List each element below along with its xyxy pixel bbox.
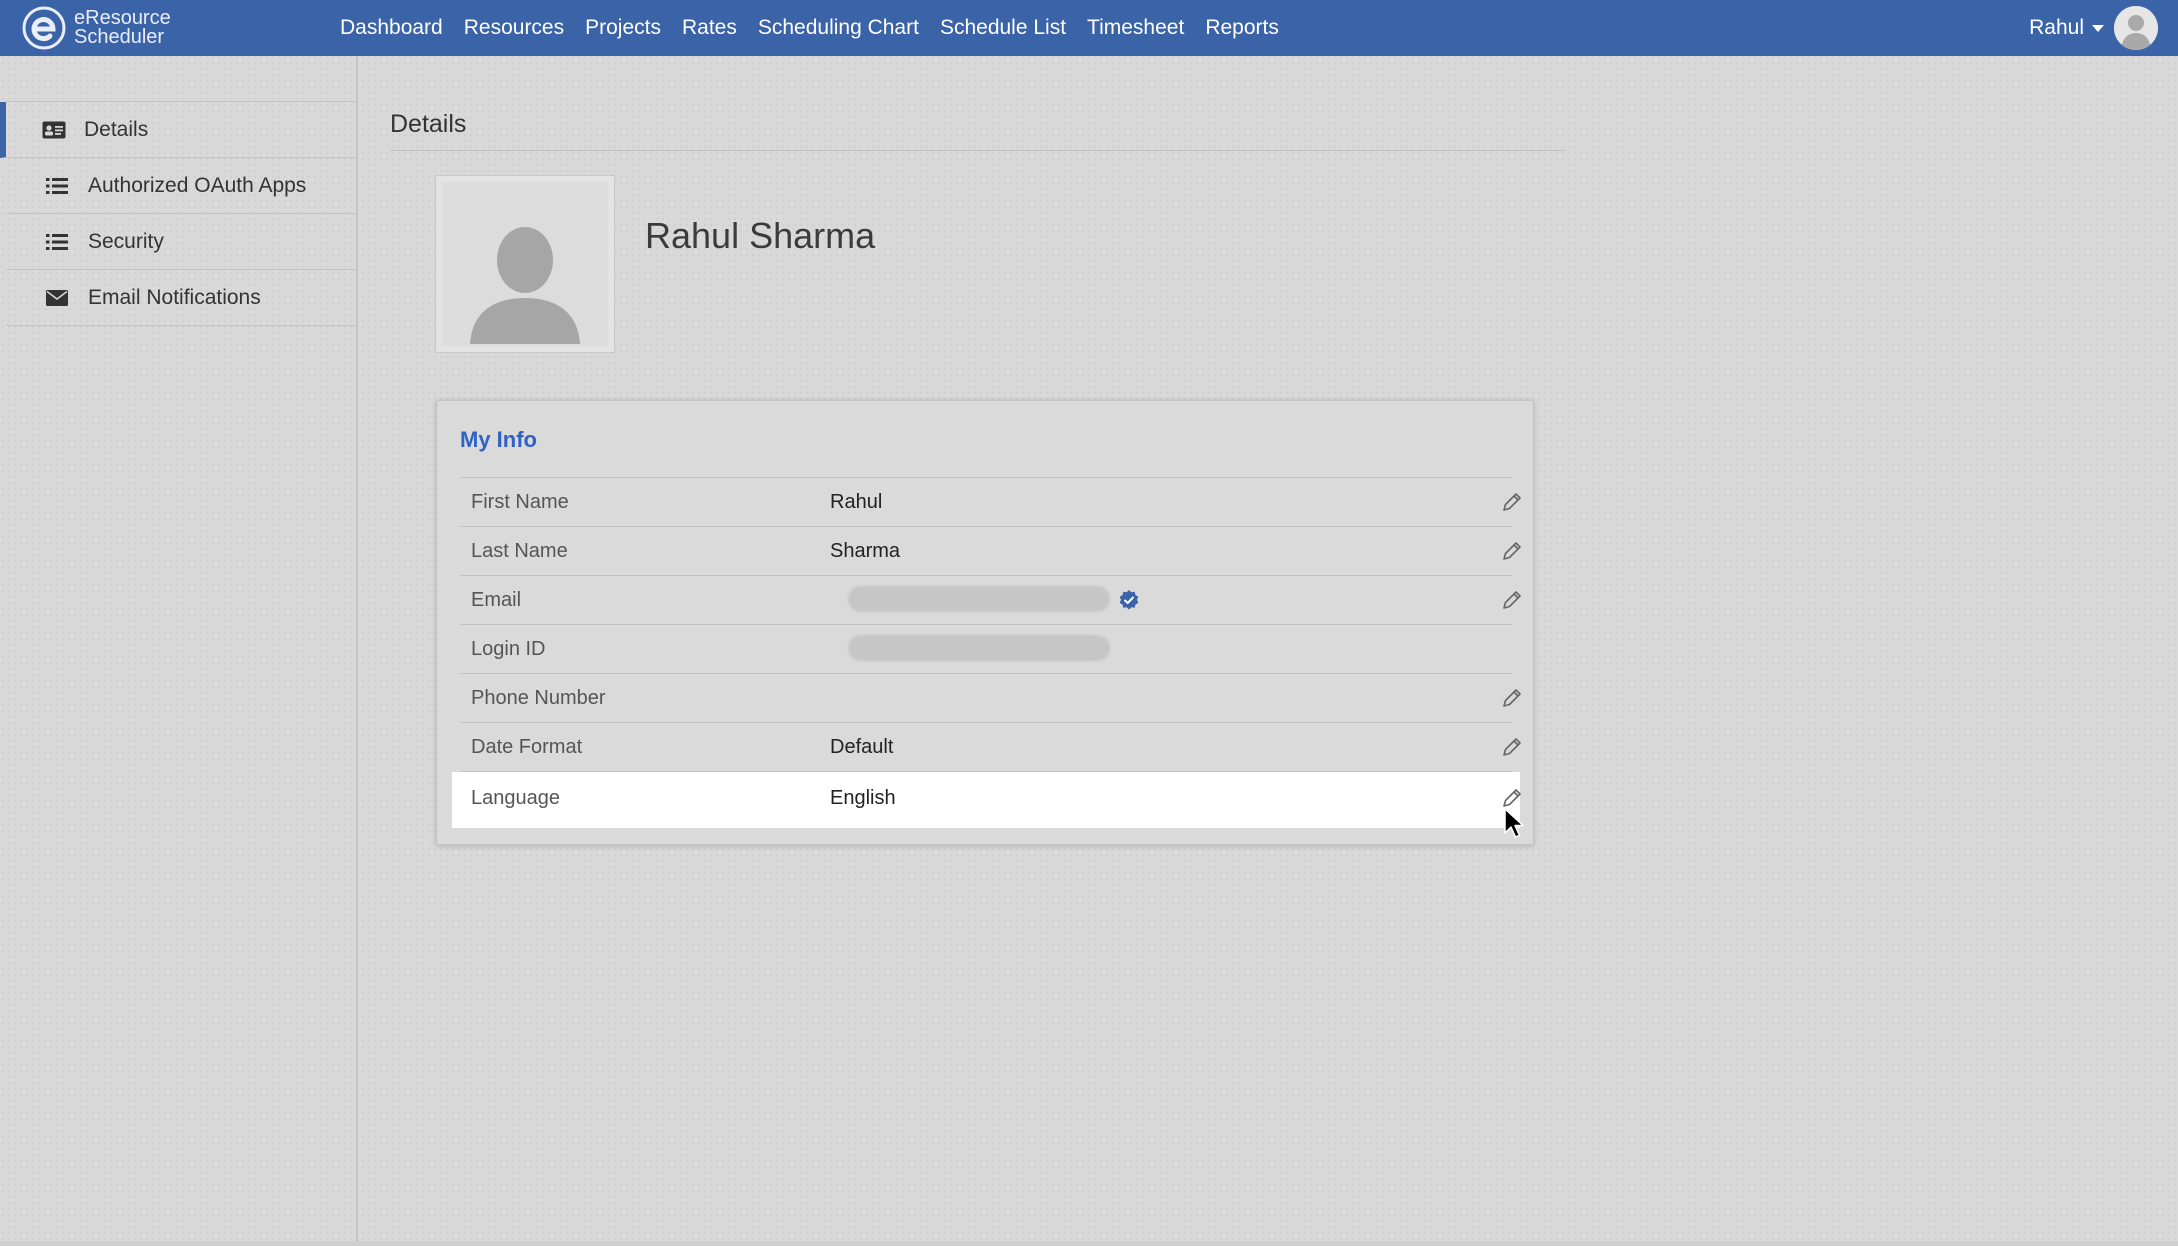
row-label: Login ID [471, 638, 546, 660]
sidebar-item-label: Authorized OAuth Apps [88, 173, 307, 197]
nav-rates[interactable]: Rates [682, 16, 737, 40]
nav-reports[interactable]: Reports [1205, 16, 1279, 40]
redacted-email [848, 586, 1110, 612]
id-card-icon [42, 120, 68, 140]
info-row-date-format: Date Format Default [460, 723, 1521, 772]
row-label: Email [471, 589, 522, 611]
title-divider [390, 150, 1566, 151]
nav-projects[interactable]: Projects [585, 16, 661, 40]
info-row-first-name: First Name Rahul [460, 478, 1521, 527]
nav-schedule-list[interactable]: Schedule List [940, 16, 1066, 40]
user-silhouette-icon [442, 182, 608, 346]
redacted-login-id [848, 635, 1110, 661]
info-row-login-id: Login ID [460, 625, 1512, 674]
sidebar-item-label: Email Notifications [88, 285, 261, 309]
row-value: English [830, 787, 896, 809]
nav-timesheet[interactable]: Timesheet [1087, 16, 1184, 40]
info-row-last-name: Last Name Sharma [460, 527, 1521, 576]
brand-line-2: Scheduler [74, 26, 165, 48]
row-value: Sharma [830, 540, 901, 562]
pencil-icon[interactable] [1500, 735, 1524, 759]
brand-logo[interactable]: eResource Scheduler [22, 6, 171, 50]
info-table: First Name Rahul Last Name Sharma Email [452, 477, 1521, 828]
row-label: Date Format [471, 736, 583, 758]
mouse-pointer-icon [1504, 808, 1524, 838]
profile-name: Rahul Sharma [645, 215, 876, 256]
sidebar-item-label: Details [84, 117, 149, 141]
e-logo-icon [22, 6, 66, 50]
user-name: Rahul [2029, 16, 2084, 39]
card-title: My Info [460, 427, 537, 452]
sidebar: Details Authorized OAuth Apps Security E… [0, 56, 358, 1242]
sidebar-item-details[interactable]: Details [0, 102, 358, 158]
nav-scheduling-chart[interactable]: Scheduling Chart [758, 16, 919, 40]
list-icon [46, 232, 72, 252]
row-value: Rahul [830, 491, 883, 513]
row-label: Phone Number [471, 687, 606, 709]
verified-badge-icon [1119, 590, 1139, 610]
nav-resources[interactable]: Resources [464, 16, 564, 40]
sidebar-item-oauth-apps[interactable]: Authorized OAuth Apps [6, 158, 358, 214]
nav-dashboard[interactable]: Dashboard [340, 16, 443, 40]
info-row-email: Email [460, 576, 1521, 625]
profile-avatar[interactable] [435, 175, 615, 353]
envelope-icon [46, 288, 72, 308]
brand-name: eResource Scheduler [74, 8, 171, 48]
row-label: Last Name [471, 540, 568, 562]
pencil-icon[interactable] [1500, 490, 1524, 514]
pencil-icon[interactable] [1500, 686, 1524, 710]
sidebar-item-label: Security [88, 229, 164, 253]
info-row-phone-number: Phone Number [460, 674, 1521, 723]
info-row-language: Language English [452, 772, 1521, 828]
sidebar-item-security[interactable]: Security [6, 214, 358, 270]
user-menu[interactable]: Rahul [2029, 6, 2158, 50]
user-avatar-icon [2114, 6, 2158, 50]
pencil-icon[interactable] [1500, 588, 1524, 612]
top-navbar: eResource Scheduler Dashboard Resources … [0, 0, 2178, 56]
main-nav: Dashboard Resources Projects Rates Sched… [340, 0, 1300, 56]
my-info-card: My Info First Name Rahul Last Name Sharm… [436, 400, 1534, 845]
chevron-down-icon [2092, 24, 2104, 32]
sidebar-item-email-notifications[interactable]: Email Notifications [6, 270, 358, 326]
row-label: Language [471, 787, 560, 809]
page-bottom-border [0, 1241, 2178, 1246]
list-icon [46, 176, 72, 196]
sidebar-menu: Details Authorized OAuth Apps Security E… [0, 101, 358, 326]
pencil-icon[interactable] [1500, 539, 1524, 563]
page-title: Details [390, 110, 467, 138]
row-label: First Name [471, 491, 569, 513]
row-value: Default [830, 736, 894, 758]
